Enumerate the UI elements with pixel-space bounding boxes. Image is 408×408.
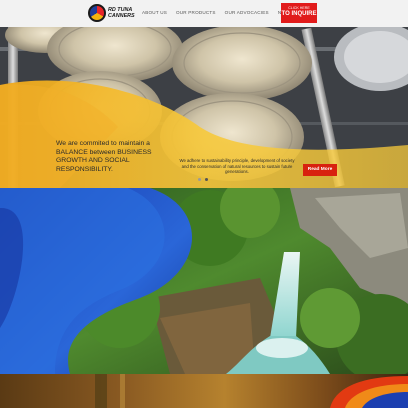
- logo-text: RD TUNA CANNERS: [108, 7, 138, 19]
- nav-item-our-products[interactable]: OUR PRODUCTS: [176, 10, 216, 15]
- hero-slider: We are commited to maintain a BALANCE be…: [0, 27, 408, 188]
- brand-line-2: CANNERS: [108, 13, 135, 19]
- inquire-button[interactable]: CLICK HERE TO INQUIRE: [281, 3, 317, 23]
- slider-dot-2[interactable]: [205, 178, 208, 181]
- site-header: RD TUNA CANNERS ABOUT US OUR PRODUCTS OU…: [0, 0, 408, 27]
- nav-item-our-advocacies[interactable]: OUR ADVOCACIES: [225, 10, 269, 15]
- bottom-strip-image: [95, 374, 408, 408]
- slider-dot-1[interactable]: [198, 178, 201, 181]
- nav-item-about-us[interactable]: ABOUT US: [142, 10, 167, 15]
- slider-dots: [198, 178, 208, 181]
- bottom-image-strip: [0, 374, 408, 408]
- logo-mark-icon: [88, 4, 106, 22]
- logo[interactable]: RD TUNA CANNERS: [88, 3, 138, 23]
- read-more-button[interactable]: Read More: [303, 164, 337, 176]
- inquire-big-label: TO INQUIRE: [281, 11, 317, 17]
- nature-waterfall-section: [0, 188, 408, 374]
- hero-headline: We are commited to maintain a BALANCE be…: [56, 140, 152, 173]
- waterfall-image: [0, 188, 408, 374]
- hero-body-text: We adhere to sustainability principle, d…: [179, 158, 295, 175]
